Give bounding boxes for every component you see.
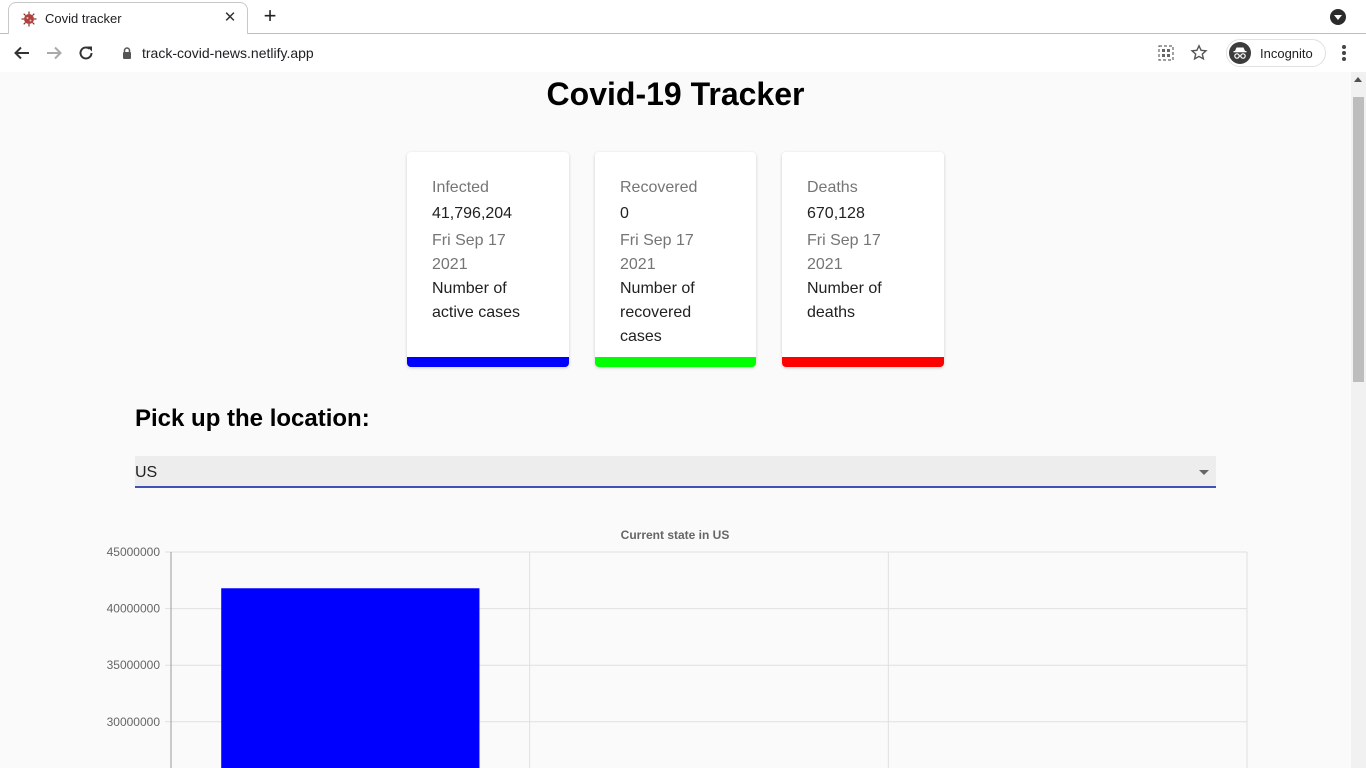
scrollbar-thumb[interactable] — [1353, 97, 1364, 382]
reload-icon — [79, 46, 93, 60]
qr-code-button[interactable] — [1155, 42, 1177, 64]
card-label: Infected — [432, 179, 489, 196]
bar-infected — [221, 588, 480, 768]
y-tick-label: 30000000 — [107, 715, 161, 729]
qr-code-icon — [1158, 45, 1174, 61]
location-picker-label: Pick up the location: — [135, 405, 370, 432]
bar-chart: Current state in US 45000000 40000000 35000… — [0, 522, 1351, 768]
new-tab-button[interactable]: + — [258, 5, 282, 29]
card-description: Number of active cases — [432, 280, 521, 321]
incognito-profile-button[interactable]: Incognito — [1226, 39, 1326, 67]
lock-icon — [123, 47, 131, 59]
selected-location: US — [135, 464, 158, 481]
card-date: Fri Sep 17 2021 — [620, 232, 694, 273]
page-scrollbar[interactable] — [1351, 72, 1366, 768]
bookmark-button[interactable] — [1188, 42, 1210, 64]
close-tab-icon[interactable]: ✕ — [221, 9, 239, 27]
card-description: Number of recovered cases — [620, 280, 695, 345]
tab-search-icon[interactable] — [1330, 9, 1346, 25]
card-color-bar — [782, 357, 944, 367]
chart-title: Current state in US — [621, 528, 730, 542]
y-tick-label: 40000000 — [107, 602, 161, 616]
recovered-card: Recovered 0 Fri Sep 17 2021 Number of re… — [595, 152, 756, 367]
url-text: track-covid-news.netlify.app — [142, 45, 314, 61]
card-color-bar — [407, 357, 569, 367]
browser-tab[interactable]: Covid tracker ✕ — [8, 2, 248, 35]
card-description: Number of deaths — [807, 280, 882, 321]
card-label: Deaths — [807, 179, 858, 196]
browser-menu-icon[interactable] — [1336, 42, 1352, 64]
deaths-card: Deaths 670,128 Fri Sep 17 2021 Number of… — [782, 152, 944, 367]
incognito-label: Incognito — [1260, 45, 1313, 61]
card-label: Recovered — [620, 179, 698, 196]
infected-card: Infected 41,796,204 Fri Sep 17 2021 Numb… — [407, 152, 569, 367]
arrow-right-icon — [47, 46, 62, 60]
location-select[interactable]: US — [135, 456, 1216, 488]
tab-title: Covid tracker — [45, 11, 122, 26]
page-content: Covid-19 Tracker Infected 41,796,204 Fri… — [0, 72, 1351, 768]
y-tick-label: 45000000 — [107, 545, 161, 559]
incognito-icon — [1229, 42, 1251, 64]
card-value: 0 — [620, 205, 629, 222]
browser-tab-bar: Covid tracker ✕ + — [0, 0, 1366, 35]
card-color-bar — [595, 357, 756, 367]
dropdown-arrow-icon — [1199, 470, 1209, 475]
page-title: Covid-19 Tracker — [546, 76, 805, 112]
address-bar[interactable]: track-covid-news.netlify.app — [120, 43, 314, 63]
virus-favicon-icon — [21, 11, 37, 27]
chart-svg: Current state in US 45000000 40000000 35000… — [107, 528, 1248, 768]
card-value: 41,796,204 — [432, 205, 513, 222]
card-value: 670,128 — [807, 205, 865, 222]
reload-button[interactable] — [74, 41, 98, 65]
y-tick-label: 35000000 — [107, 658, 161, 672]
card-date: Fri Sep 17 2021 — [807, 232, 881, 273]
forward-button[interactable] — [42, 41, 66, 65]
browser-toolbar: track-covid-news.netlify.app Incognito — [0, 34, 1366, 72]
back-button[interactable] — [10, 41, 34, 65]
card-date: Fri Sep 17 2021 — [432, 232, 506, 273]
arrow-left-icon — [14, 46, 29, 60]
scroll-up-arrow-icon[interactable] — [1354, 77, 1362, 82]
star-icon — [1190, 44, 1208, 61]
